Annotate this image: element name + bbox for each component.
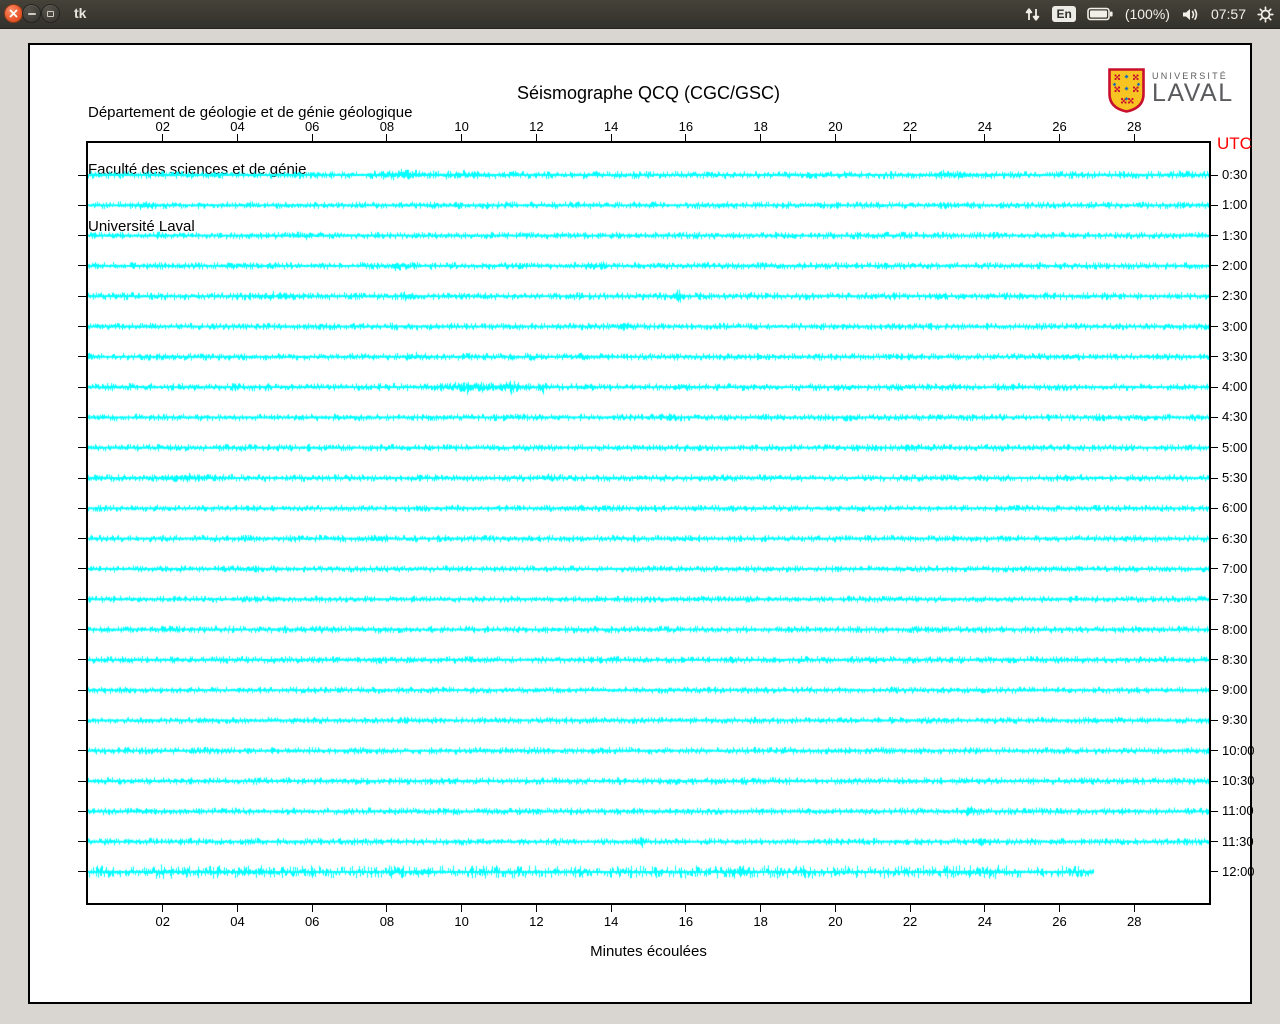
x-tick-label-bottom: 06 [304, 914, 320, 929]
tk-canvas: Département de géologie et de génie géol… [28, 43, 1255, 1004]
utc-time-label: 8:00 [1222, 621, 1248, 637]
utc-time-label: 9:30 [1222, 712, 1248, 728]
keyboard-layout-indicator[interactable]: En [1052, 6, 1076, 22]
x-tick-label-bottom: 12 [529, 914, 544, 929]
universite-laval-logo: UNIVERSITÉ LAVAL [1108, 68, 1234, 113]
utc-time-label: 3:00 [1222, 318, 1248, 334]
x-axis-title: Minutes écoulées [590, 943, 707, 960]
x-tick-label-bottom: 10 [454, 914, 469, 929]
session-gear-icon[interactable] [1257, 5, 1274, 23]
x-tick-label-bottom: 22 [902, 914, 918, 929]
x-tick-label-top: 10 [454, 119, 469, 134]
x-tick-label-top: 18 [753, 119, 768, 134]
laval-shield-icon [1108, 68, 1145, 113]
x-tick-label-bottom: 04 [230, 914, 245, 929]
logo-laval-text: LAVAL [1152, 79, 1234, 107]
utc-time-label: 5:30 [1222, 470, 1248, 486]
x-tick-label-top: 24 [977, 119, 993, 134]
utc-time-label: 1:00 [1222, 197, 1248, 213]
volume-icon[interactable] [1181, 7, 1200, 22]
utc-time-label: 8:30 [1222, 651, 1248, 667]
utc-time-label: 10:30 [1222, 773, 1255, 789]
utc-time-label: 0:30 [1222, 167, 1248, 182]
utc-time-label: 11:00 [1222, 803, 1254, 819]
utc-time-label: 2:30 [1222, 288, 1248, 304]
x-tick-label-top: 20 [828, 119, 843, 134]
minimize-icon [27, 12, 36, 15]
x-tick-label-top: 14 [603, 119, 619, 134]
x-tick-label-top: 16 [678, 119, 694, 134]
x-tick-label-bottom: 16 [678, 914, 694, 929]
maximize-icon [47, 10, 54, 17]
x-tick-label-bottom: 02 [155, 914, 170, 929]
utc-time-label: 5:00 [1222, 439, 1248, 455]
x-tick-label-bottom: 28 [1127, 914, 1142, 929]
x-tick-label-top: 12 [529, 119, 544, 134]
clock[interactable]: 07:57 [1211, 6, 1246, 22]
page-title: Séismographe QCQ (CGC/GSC) [516, 83, 781, 103]
utc-time-label: 10:00 [1222, 742, 1255, 758]
utc-time-label: 12:00 [1222, 863, 1255, 879]
battery-percentage[interactable]: (100%) [1125, 6, 1170, 22]
x-tick-label-bottom: 14 [603, 914, 619, 929]
utc-time-label: 6:00 [1222, 500, 1248, 516]
updown-arrows-icon[interactable] [1024, 6, 1041, 23]
institution-line-1: Département de géologie et de génie géol… [88, 104, 413, 121]
window-maximize-button[interactable] [41, 4, 60, 23]
laval-wordmark: UNIVERSITÉ LAVAL [1152, 68, 1234, 107]
utc-axis-title: UTC [1217, 134, 1252, 153]
utc-time-label: 4:00 [1222, 379, 1248, 395]
utc-time-label: 2:00 [1222, 257, 1248, 273]
x-tick-label-bottom: 24 [977, 914, 993, 929]
top-panel: tk En (100%) 07:57 [0, 0, 1280, 29]
seismogram-traces-canvas [88, 143, 1209, 903]
utc-time-label: 9:00 [1222, 682, 1248, 698]
utc-time-label: 4:30 [1222, 409, 1248, 425]
window-title: tk [74, 5, 87, 21]
utc-time-label: 7:00 [1222, 560, 1248, 576]
window-close-button[interactable] [4, 4, 23, 23]
close-icon [9, 9, 18, 18]
battery-icon[interactable] [1087, 7, 1114, 21]
system-tray: En (100%) 07:57 [1024, 0, 1274, 28]
x-tick-label-top: 22 [902, 119, 918, 134]
x-tick-label-bottom: 20 [828, 914, 843, 929]
utc-time-label: 11:30 [1222, 833, 1254, 849]
x-tick-label-top: 26 [1052, 119, 1067, 134]
utc-time-label: 3:30 [1222, 348, 1248, 364]
x-tick-label-bottom: 08 [379, 914, 395, 929]
x-tick-label-top: 28 [1127, 119, 1142, 134]
utc-time-label: 7:30 [1222, 591, 1248, 607]
window-minimize-button[interactable] [22, 4, 41, 23]
x-tick-label-bottom: 26 [1052, 914, 1067, 929]
x-tick-label-bottom: 18 [753, 914, 768, 929]
utc-time-label: 1:30 [1222, 227, 1248, 243]
utc-time-label: 6:30 [1222, 530, 1248, 546]
